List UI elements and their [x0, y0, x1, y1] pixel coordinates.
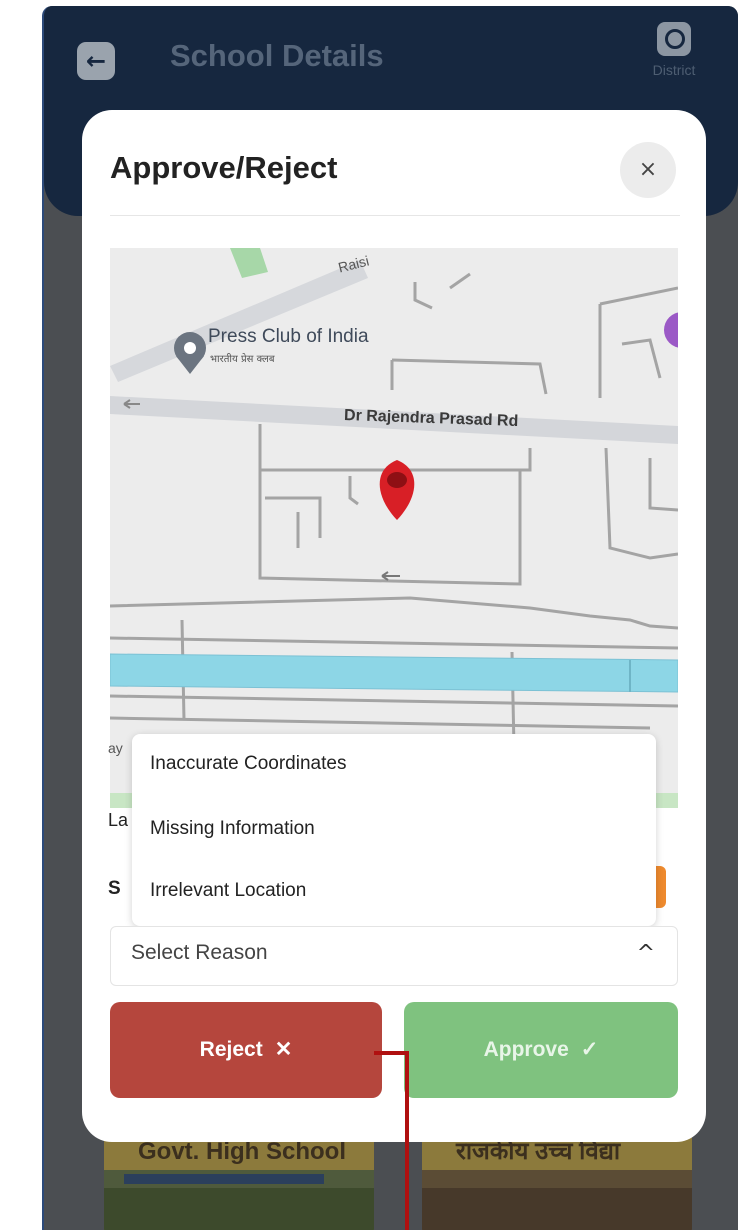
reason-dropdown-menu: Inaccurate Coordinates Missing Informati… — [132, 734, 656, 926]
close-icon: ✕ — [274, 1038, 293, 1061]
chevron-up-icon: ^ — [636, 941, 655, 966]
district-profile-button[interactable]: District — [634, 22, 714, 78]
approve-button[interactable]: Approve ✓ — [404, 1002, 678, 1098]
dialog-title: Approve/Reject — [110, 150, 338, 185]
menu-item-missing-information[interactable]: Missing Information — [150, 803, 640, 855]
menu-item-irrelevant-location[interactable]: Irrelevant Location — [150, 865, 640, 917]
location-pin-icon — [380, 458, 414, 522]
location-map[interactable]: Raisi Press Club of India भारतीय प्रेस क… — [110, 248, 678, 808]
reason-select[interactable]: Select Reason ^ — [110, 926, 678, 986]
annotation-pointer — [374, 1051, 408, 1055]
check-icon: ✓ — [580, 1038, 599, 1061]
close-button[interactable]: × — [620, 142, 676, 198]
reject-label: Reject — [199, 1038, 263, 1061]
divider — [110, 215, 680, 216]
map-place-sublabel: भारतीय प्रेस क्लब — [210, 354, 275, 365]
menu-item-inaccurate-coordinates[interactable]: Inaccurate Coordinates — [150, 738, 640, 790]
reject-button[interactable]: Reject ✕ — [110, 1002, 382, 1098]
map-graphics — [110, 248, 678, 808]
approve-label: Approve — [483, 1038, 569, 1061]
user-circle-icon — [657, 22, 691, 56]
select-label-fragment: S — [108, 878, 121, 899]
annotation-pointer-line — [405, 1051, 409, 1230]
latitude-label-fragment: La — [108, 810, 129, 830]
select-value: Select Reason — [131, 941, 268, 964]
map-attribution-fragment: ay — [108, 740, 123, 756]
arrow-left-icon: ← — [85, 47, 107, 75]
back-button[interactable]: ← — [77, 42, 115, 80]
close-icon: × — [638, 157, 658, 182]
approve-reject-dialog: Approve/Reject × Raisi Press Club of Ind… — [82, 110, 706, 1142]
profile-label: District — [652, 62, 696, 78]
map-place-label: Press Club of India — [208, 326, 369, 347]
page-title: School Details — [170, 38, 384, 73]
